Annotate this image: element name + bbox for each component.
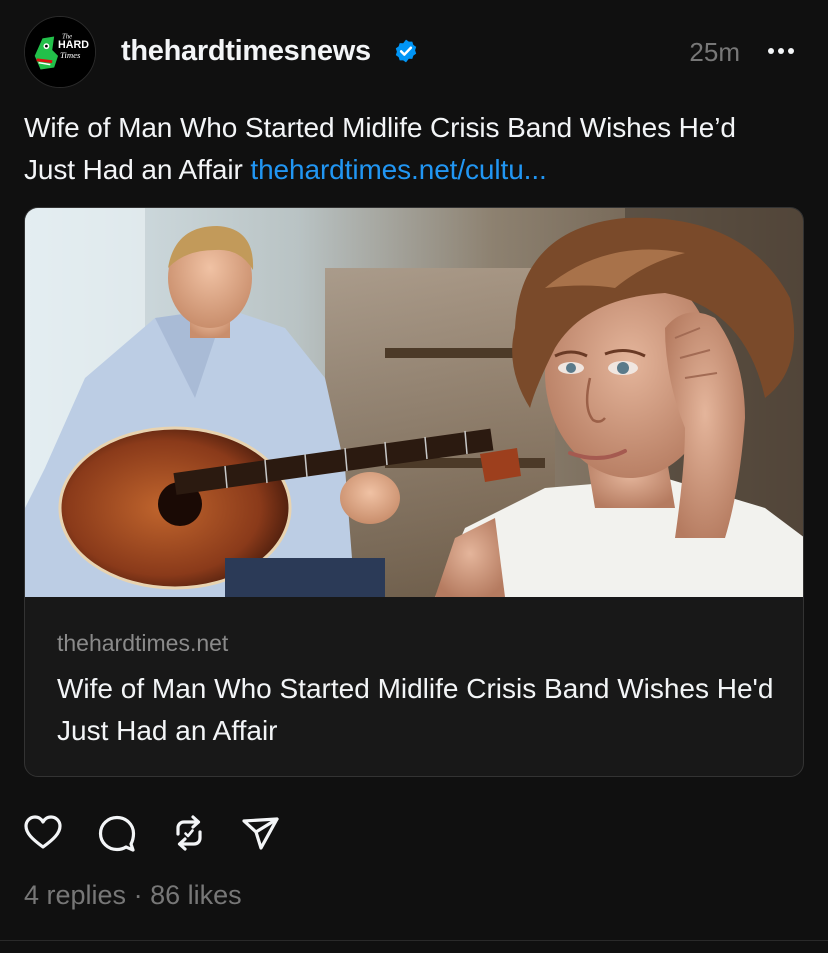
- post-stats: 4 replies · 86 likes: [24, 877, 242, 913]
- stats-separator: ·: [126, 880, 151, 910]
- comment-icon: [98, 815, 136, 852]
- post-caption: Wife of Man Who Started Midlife Crisis B…: [24, 107, 784, 191]
- replies-count[interactable]: 4 replies: [24, 880, 126, 910]
- post-divider: [0, 940, 828, 941]
- verified-badge-icon: [395, 39, 417, 63]
- likes-count[interactable]: 86 likes: [150, 880, 242, 910]
- post-timestamp: 25m: [689, 37, 740, 67]
- repost-button[interactable]: [168, 812, 210, 854]
- link-domain: thehardtimes.net: [57, 630, 229, 656]
- share-button[interactable]: [240, 812, 282, 854]
- link-preview-image: [25, 208, 803, 597]
- thread-post: The HARD Times thehardtimesnews 25m Wife…: [0, 0, 828, 953]
- username[interactable]: thehardtimesnews: [121, 32, 371, 70]
- more-options-icon[interactable]: [766, 38, 796, 64]
- send-icon: [242, 817, 279, 850]
- link-title: Wife of Man Who Started Midlife Crisis B…: [57, 673, 774, 746]
- like-button[interactable]: [22, 812, 64, 854]
- svg-text:Times: Times: [60, 50, 81, 60]
- article-photo: [25, 208, 803, 597]
- caption-link[interactable]: thehardtimes.net/cultu...: [250, 154, 546, 185]
- profile-avatar[interactable]: The HARD Times: [24, 16, 96, 88]
- reply-button[interactable]: [96, 812, 138, 854]
- repost-icon: [176, 815, 202, 851]
- hard-times-logo: The HARD Times: [25, 17, 95, 87]
- link-preview-card[interactable]: thehardtimes.net Wife of Man Who Started…: [24, 207, 804, 777]
- heart-icon: [24, 815, 62, 849]
